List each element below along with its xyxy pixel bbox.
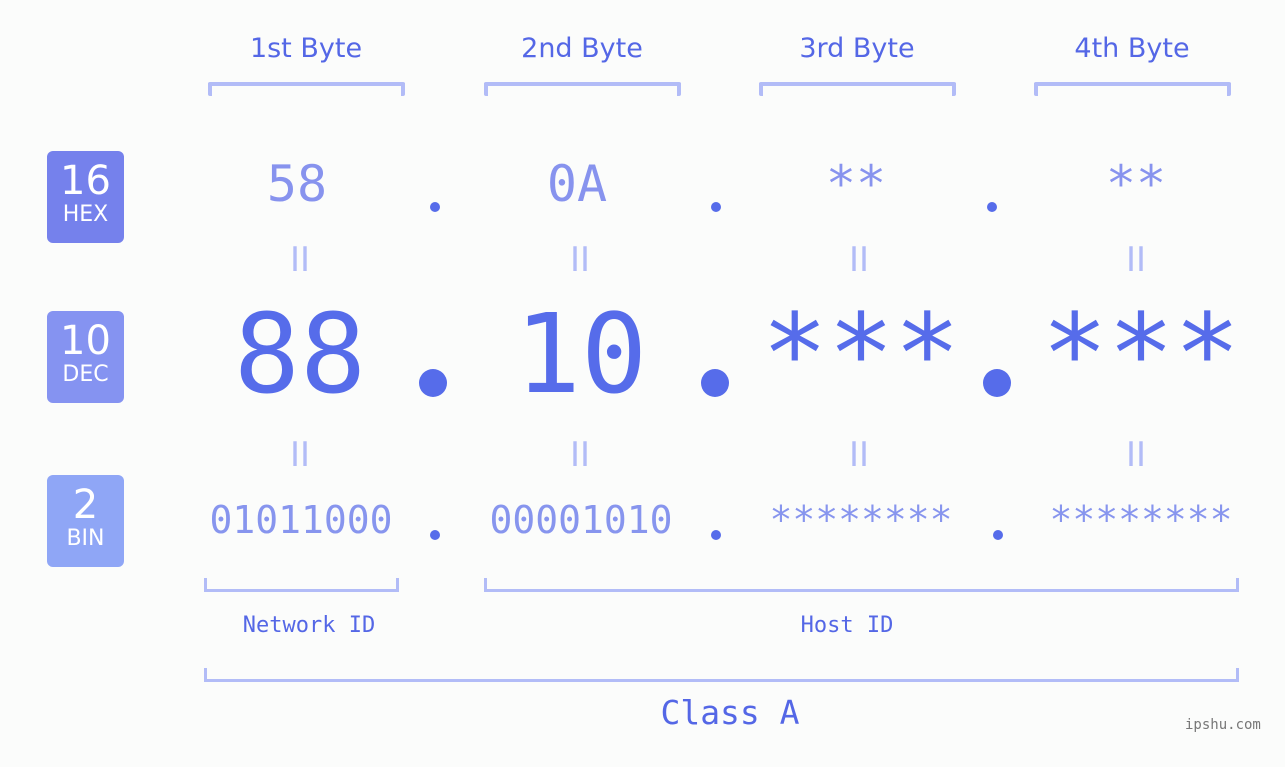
hex-separator-dot-2 [711, 202, 721, 212]
equals-icon: II [569, 435, 591, 475]
host-id-label: Host ID [800, 613, 894, 638]
byte-header-1: 1st Byte [249, 33, 363, 64]
byte-bracket-4 [1034, 82, 1231, 96]
equals-icon: II [1125, 240, 1147, 280]
hex-byte-1: 58 [266, 155, 328, 213]
dec-separator-dot-1 [419, 369, 447, 397]
dec-byte-4: *** [1041, 290, 1241, 418]
hex-badge-number: 16 [60, 158, 111, 204]
byte-bracket-3 [759, 82, 956, 96]
network-id-label: Network ID [242, 613, 376, 638]
dec-byte-2: 10 [514, 290, 648, 418]
dec-separator-dot-3 [983, 369, 1011, 397]
dec-badge-number: 10 [60, 318, 111, 364]
hex-separator-dot-3 [987, 202, 997, 212]
hex-badge: 16 HEX [47, 151, 124, 243]
hex-byte-2: 0A [546, 155, 608, 213]
bin-byte-4: ******** [1049, 498, 1233, 542]
bin-byte-1: 01011000 [209, 498, 393, 542]
byte-header-3: 3rd Byte [799, 33, 915, 64]
network-id-bracket [204, 578, 399, 592]
equals-icon: II [569, 240, 591, 280]
equals-icon: II [848, 435, 870, 475]
byte-bracket-1 [208, 82, 405, 96]
byte-bracket-2 [484, 82, 681, 96]
hex-byte-4: ** [1105, 155, 1167, 213]
hex-separator-dot-1 [430, 202, 440, 212]
byte-header-4: 4th Byte [1074, 33, 1190, 64]
hex-byte-3: ** [825, 155, 887, 213]
hex-badge-label: HEX [62, 202, 109, 227]
bin-separator-dot-1 [430, 530, 440, 540]
bin-badge: 2 BIN [47, 475, 124, 567]
equals-icon: II [289, 240, 311, 280]
dec-badge-label: DEC [62, 362, 109, 387]
bin-byte-3: ******** [769, 498, 953, 542]
class-label: Class A [660, 693, 800, 732]
class-bracket [204, 668, 1239, 682]
bin-separator-dot-3 [993, 530, 1003, 540]
bin-byte-2: 00001010 [489, 498, 673, 542]
host-id-bracket [484, 578, 1239, 592]
byte-header-2: 2nd Byte [521, 33, 643, 64]
bin-separator-dot-2 [711, 530, 721, 540]
dec-badge: 10 DEC [47, 311, 124, 403]
watermark: ipshu.com [1185, 717, 1261, 733]
dec-separator-dot-2 [701, 369, 729, 397]
dec-byte-1: 88 [233, 290, 367, 418]
bin-badge-label: BIN [66, 526, 105, 551]
equals-icon: II [848, 240, 870, 280]
equals-icon: II [1125, 435, 1147, 475]
bin-badge-number: 2 [72, 482, 99, 528]
equals-icon: II [289, 435, 311, 475]
dec-byte-3: *** [761, 290, 961, 418]
